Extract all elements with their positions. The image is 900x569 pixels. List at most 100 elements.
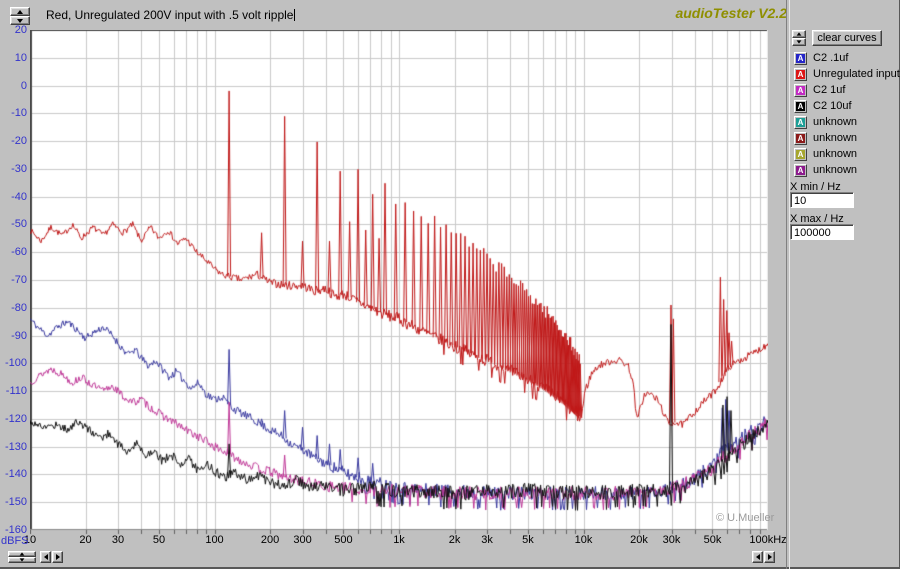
y-tick-label: -130 [0, 441, 27, 453]
legend-item[interactable]: A C2 1uf [794, 83, 845, 97]
curve-color-icon: A [796, 166, 805, 175]
legend-label: unknown [813, 116, 857, 128]
chart-title: Red, Unregulated 200V input with .5 volt… [46, 8, 293, 22]
legend-item[interactable]: Aunknown [794, 131, 857, 145]
x-tick-label: 100 [205, 534, 223, 546]
spinner-up-button[interactable] [10, 7, 30, 16]
x-tick-label: 50k [704, 534, 722, 546]
scroll-right-button[interactable] [52, 551, 63, 563]
down-arrow-icon [17, 19, 23, 23]
y-tick-label: -80 [0, 302, 27, 314]
y-tick-label: -110 [0, 385, 27, 397]
legend-label: C2 1uf [813, 84, 845, 96]
x-tick-label: 10k [575, 534, 593, 546]
x-max-field[interactable] [790, 224, 854, 240]
sidebar-spinner [792, 30, 806, 46]
curve-color-chip[interactable]: A [794, 100, 807, 113]
x-tick-label: 30k [663, 534, 681, 546]
curve-color-icon: A [796, 54, 805, 63]
y-tick-label: 10 [0, 52, 27, 64]
right-arrow-icon [768, 554, 772, 560]
x-tick-label: 2k [449, 534, 461, 546]
spinner-down-button[interactable] [8, 557, 36, 563]
curve-color-icon: A [796, 70, 805, 79]
x-tick-label: 30 [112, 534, 124, 546]
y-tick-label: -50 [0, 218, 27, 230]
legend-item[interactable]: Aunknown [794, 115, 857, 129]
x-tick-label: 300 [293, 534, 311, 546]
y-tick-label: 0 [0, 80, 27, 92]
x-tick-label: 3k [481, 534, 493, 546]
spectrum-plot-canvas [30, 30, 768, 536]
up-arrow-icon [20, 552, 25, 555]
up-arrow-icon [17, 10, 23, 14]
y-tick-label: -140 [0, 468, 27, 480]
curve-color-icon: A [796, 134, 805, 143]
y-tick-label: -60 [0, 246, 27, 258]
x-tick-label: 20 [79, 534, 91, 546]
legend-item[interactable]: AC2 .1uf [794, 51, 848, 65]
y-tick-label: -100 [0, 357, 27, 369]
y-tick-label: -30 [0, 163, 27, 175]
y-tick-label: -90 [0, 330, 27, 342]
x-tick-label: 1k [393, 534, 405, 546]
curve-color-icon: A [796, 102, 805, 111]
y-tick-label: -20 [0, 135, 27, 147]
down-arrow-icon [20, 558, 25, 561]
y-tick-label: 20 [0, 24, 27, 36]
down-arrow-icon [797, 40, 802, 43]
y-tick-label: -10 [0, 107, 27, 119]
audiotester-window: Red, Unregulated 200V input with .5 volt… [0, 0, 900, 569]
legend-label: unknown [813, 148, 857, 160]
scroll-left-button-right[interactable] [752, 551, 763, 563]
y-tick-label: -70 [0, 274, 27, 286]
left-arrow-icon [756, 554, 760, 560]
curve-color-icon: A [796, 118, 805, 127]
chart-title-input[interactable]: Red, Unregulated 200V input with .5 volt… [46, 8, 295, 22]
curve-color-chip[interactable]: A [794, 52, 807, 65]
legend-label: Unregulated input [813, 68, 900, 80]
y-axis-unit: dBFS [1, 535, 29, 547]
legend-label: unknown [813, 164, 857, 176]
legend-item[interactable]: A Unregulated input [794, 67, 900, 81]
curve-color-chip[interactable]: A [794, 68, 807, 81]
x-tick-label: 20k [630, 534, 648, 546]
scroll-right-button-right[interactable] [764, 551, 775, 563]
curve-color-chip[interactable]: A [794, 148, 807, 161]
up-arrow-icon [797, 32, 802, 35]
curve-color-icon: A [796, 86, 805, 95]
x-min-input[interactable] [794, 194, 853, 207]
panel-divider [786, 0, 790, 569]
x-min-field[interactable] [790, 192, 854, 208]
clear-curves-button[interactable]: clear curves [812, 30, 882, 46]
legend-label: unknown [813, 132, 857, 144]
legend-label: C2 10uf [813, 100, 852, 112]
x-tick-label: 100kHz [749, 534, 786, 546]
x-tick-label: 5k [522, 534, 534, 546]
curve-color-icon: A [796, 150, 805, 159]
x-tick-label: 500 [334, 534, 352, 546]
legend-item[interactable]: Aunknown [794, 147, 857, 161]
text-cursor [294, 9, 295, 21]
y-tick-label: -120 [0, 413, 27, 425]
curve-color-chip[interactable]: A [794, 84, 807, 97]
spinner-up-button[interactable] [792, 30, 806, 38]
right-arrow-icon [56, 554, 60, 560]
left-arrow-icon [44, 554, 48, 560]
y-tick-label: -40 [0, 191, 27, 203]
x-tick-label: 200 [261, 534, 279, 546]
legend-item[interactable]: Aunknown [794, 163, 857, 177]
y-tick-label: -150 [0, 496, 27, 508]
curve-color-chip[interactable]: A [794, 132, 807, 145]
watermark: © U.Mueller [716, 512, 774, 524]
x-tick-label: 50 [153, 534, 165, 546]
app-logo: audioTester V2.2 [675, 5, 787, 21]
spinner-down-button[interactable] [792, 38, 806, 46]
scroll-left-button[interactable] [40, 551, 51, 563]
curve-color-chip[interactable]: A [794, 116, 807, 129]
legend-item[interactable]: A C2 10uf [794, 99, 852, 113]
x-axis-spinner [8, 551, 36, 563]
title-spinner [10, 7, 30, 25]
x-max-input[interactable] [794, 226, 853, 239]
curve-color-chip[interactable]: A [794, 164, 807, 177]
